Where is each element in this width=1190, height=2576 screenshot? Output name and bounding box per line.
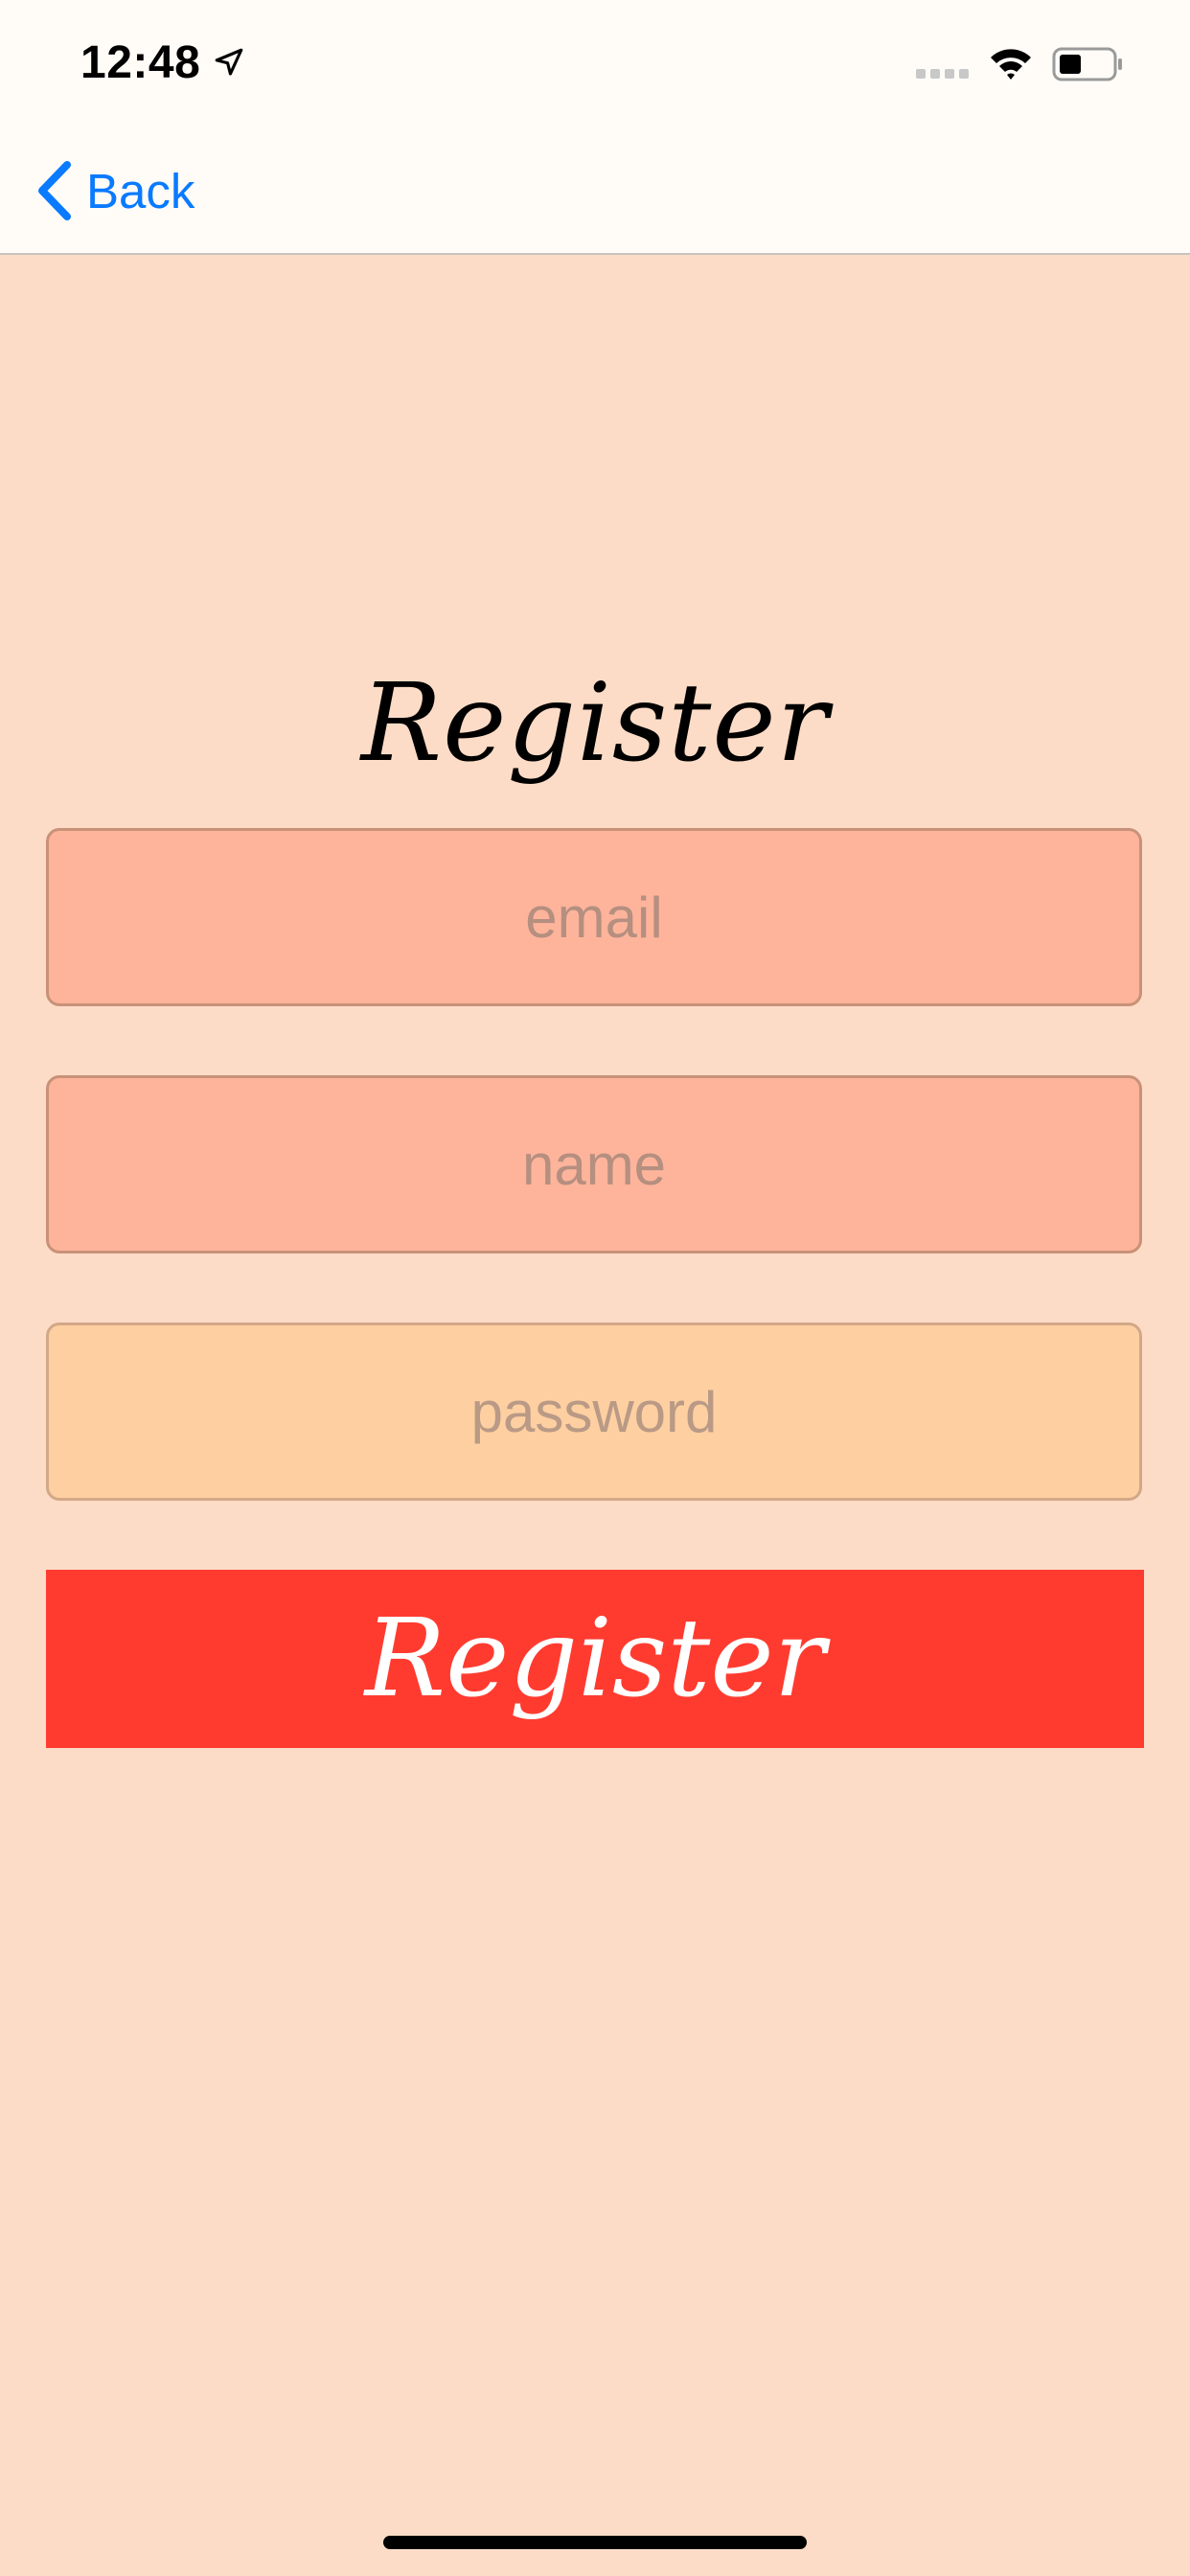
back-button[interactable]: Back [34,157,195,224]
battery-icon [1052,47,1122,81]
name-field[interactable] [46,1075,1142,1254]
home-indicator[interactable] [383,2536,807,2549]
back-label: Back [86,163,195,218]
status-bar: 12:48 [0,0,1190,126]
email-field[interactable] [46,828,1142,1006]
page-title: Register [360,661,830,786]
chevron-left-icon [38,161,71,220]
location-arrow-icon [215,48,243,76]
register-button[interactable]: Register [46,1570,1144,1748]
password-field[interactable] [46,1322,1142,1501]
status-time: 12:48 [80,37,201,88]
navigation-bar: Back [0,126,1190,255]
cellular-signal-icon [916,69,970,80]
wifi-icon [991,49,1031,80]
